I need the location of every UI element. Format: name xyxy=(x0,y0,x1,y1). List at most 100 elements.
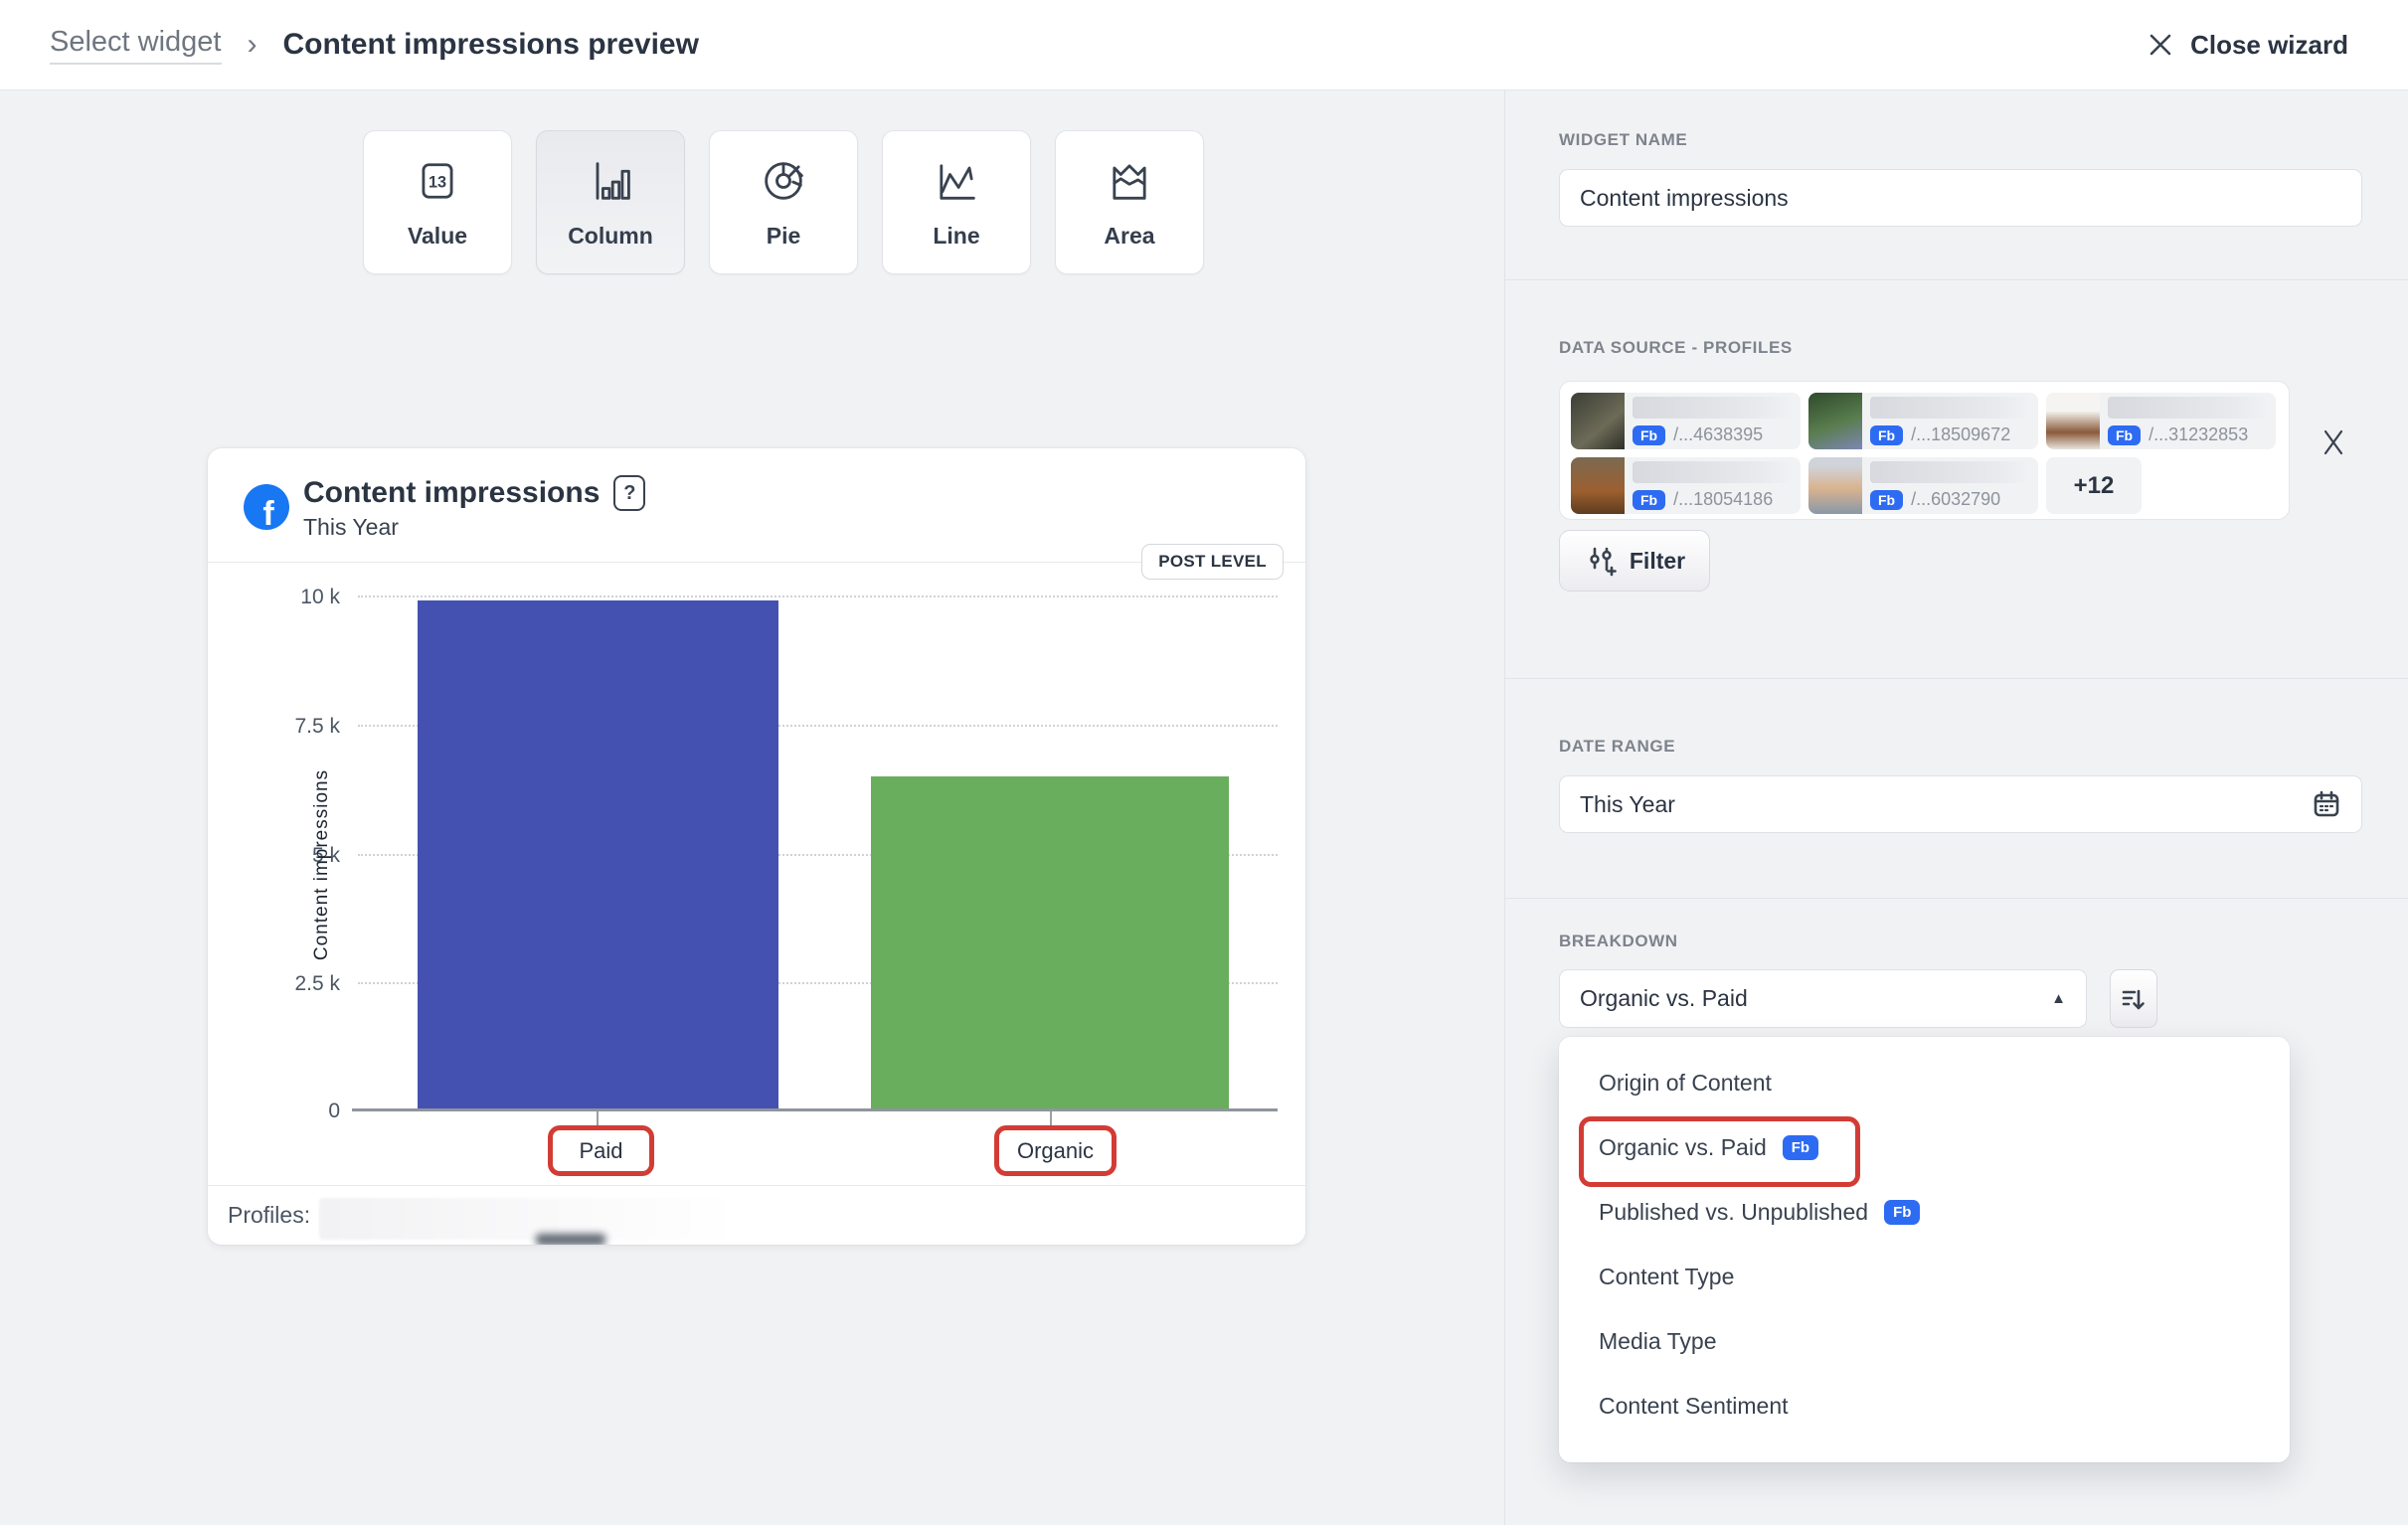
y-tick-label: 10 k xyxy=(300,586,340,609)
profile-chip[interactable]: Fb /...4638395 xyxy=(1571,393,1801,449)
filter-button[interactable]: Filter xyxy=(1559,530,1710,592)
card-footer: Profiles: xyxy=(208,1185,1305,1245)
bar-paid xyxy=(418,600,778,1111)
widget-name-label: WIDGET NAME xyxy=(1559,130,1687,150)
breadcrumb-back-link[interactable]: Select widget xyxy=(50,26,222,65)
caret-up-icon: ▲ xyxy=(2051,990,2066,1007)
profile-chip[interactable]: Fb /...6032790 xyxy=(1808,457,2038,514)
remove-data-source-button[interactable] xyxy=(2319,426,2348,461)
x-category-label: Paid xyxy=(579,1138,622,1164)
x-category-label: Organic xyxy=(1017,1138,1094,1164)
help-icon[interactable]: ? xyxy=(613,475,645,511)
profile-name-redacted xyxy=(2108,397,2268,419)
date-range-label: DATE RANGE xyxy=(1559,737,1675,757)
area-chart-icon xyxy=(1104,155,1155,207)
wizard-header: Select widget › Content impressions prev… xyxy=(0,0,2408,90)
annotation-box-organic: Organic xyxy=(994,1125,1117,1176)
breadcrumb-separator: › xyxy=(248,28,258,62)
facebook-badge: Fb xyxy=(1884,1200,1920,1225)
bar-chart-plot: 10 k 7.5 k 5 k 2.5 k 0 Content impressio… xyxy=(358,595,1278,1111)
date-range-field[interactable]: This Year xyxy=(1559,775,2362,833)
profile-avatar xyxy=(1571,393,1625,449)
value-number-icon: 13 xyxy=(412,155,463,207)
menu-item-content-sentiment[interactable]: Content Sentiment xyxy=(1559,1374,2290,1439)
bar-organic xyxy=(871,776,1229,1111)
close-icon xyxy=(2147,31,2174,59)
date-range-value: This Year xyxy=(1580,791,2312,818)
widget-type-area[interactable]: Area xyxy=(1055,130,1204,274)
chart-subtitle: This Year xyxy=(303,514,399,541)
breakdown-selected-value: Organic vs. Paid xyxy=(1580,985,2051,1012)
menu-item-organic-vs-paid[interactable]: Organic vs. Paid Fb xyxy=(1559,1115,2290,1180)
facebook-badge: Fb xyxy=(2108,425,2141,445)
profiles-redacted-content xyxy=(319,1198,733,1240)
profiles-redacted-text xyxy=(536,1234,605,1245)
facebook-badge: Fb xyxy=(1870,425,1903,445)
column-chart-icon xyxy=(585,155,636,207)
y-axis-title: Content impressions xyxy=(311,768,333,959)
profile-id: /...18054186 xyxy=(1673,489,1773,510)
profile-chip[interactable]: Fb /...31232853 xyxy=(2046,393,2276,449)
profile-name-redacted xyxy=(1633,397,1793,419)
profile-chip[interactable]: Fb /...18054186 xyxy=(1571,457,1801,514)
profile-chip[interactable]: Fb /...18509672 xyxy=(1808,393,2038,449)
y-tick-label: 7.5 k xyxy=(294,715,340,739)
close-wizard-button[interactable]: Close wizard xyxy=(2147,30,2348,61)
widget-type-value[interactable]: 13 Value xyxy=(363,130,512,274)
facebook-badge: Fb xyxy=(1633,490,1665,510)
close-wizard-label: Close wizard xyxy=(2190,30,2348,61)
facebook-badge: Fb xyxy=(1633,425,1665,445)
calendar-icon xyxy=(2312,789,2341,819)
profile-avatar xyxy=(1808,393,1862,449)
profiles-label: Profiles: xyxy=(228,1202,310,1229)
page-title: Content impressions preview xyxy=(283,28,699,62)
y-tick-label: 2.5 k xyxy=(294,972,340,996)
profile-name-redacted xyxy=(1633,461,1793,483)
line-chart-icon xyxy=(931,155,982,207)
widget-name-input[interactable] xyxy=(1559,169,2362,227)
profile-avatar xyxy=(1571,457,1625,514)
menu-item-media-type[interactable]: Media Type xyxy=(1559,1309,2290,1374)
facebook-badge: Fb xyxy=(1783,1135,1818,1160)
section-divider xyxy=(1505,678,2408,679)
filter-button-label: Filter xyxy=(1630,548,1685,575)
widget-preview-card: f Content impressions ? This Year POST L… xyxy=(208,448,1305,1245)
widget-type-line[interactable]: Line xyxy=(882,130,1031,274)
pie-chart-icon xyxy=(758,155,809,207)
breakdown-label: BREAKDOWN xyxy=(1559,932,1678,951)
post-level-badge: POST LEVEL xyxy=(1141,544,1284,580)
annotation-box-paid: Paid xyxy=(548,1125,654,1176)
x-axis-line: 0 xyxy=(352,1108,1278,1111)
sort-order-button[interactable] xyxy=(2110,969,2157,1028)
profile-id: /...31232853 xyxy=(2149,424,2248,445)
y-tick-label: 0 xyxy=(328,1100,340,1123)
x-tick-mark xyxy=(1050,1111,1052,1125)
close-icon xyxy=(2319,426,2348,456)
widget-type-selector: 13 Value Column Pie Line Area xyxy=(363,130,1204,274)
breakdown-dropdown-menu: Origin of Content Organic vs. Paid Fb Pu… xyxy=(1559,1037,2290,1462)
facebook-icon: f xyxy=(244,484,289,530)
profile-name-redacted xyxy=(1870,397,2030,419)
x-tick-mark xyxy=(597,1111,599,1125)
widget-settings-sidebar: WIDGET NAME DATA SOURCE - PROFILES Fb /.… xyxy=(1504,90,2408,1525)
profile-avatar xyxy=(1808,457,1862,514)
menu-item-content-type[interactable]: Content Type xyxy=(1559,1245,2290,1309)
profile-id: /...6032790 xyxy=(1911,489,2000,510)
profile-name-redacted xyxy=(1870,461,2030,483)
widget-type-pie[interactable]: Pie xyxy=(709,130,858,274)
menu-item-origin-of-content[interactable]: Origin of Content xyxy=(1559,1051,2290,1115)
menu-item-published-vs-unpublished[interactable]: Published vs. Unpublished Fb xyxy=(1559,1180,2290,1245)
selected-profiles-box: Fb /...4638395 Fb /...18509672 Fb xyxy=(1559,381,2290,520)
section-divider xyxy=(1505,279,2408,280)
widget-type-column[interactable]: Column xyxy=(536,130,685,274)
data-source-label: DATA SOURCE - PROFILES xyxy=(1559,338,1793,358)
section-divider xyxy=(1505,898,2408,899)
facebook-badge: Fb xyxy=(1870,490,1903,510)
svg-text:13: 13 xyxy=(429,174,446,192)
more-profiles-chip[interactable]: +12 xyxy=(2046,457,2142,514)
profile-avatar xyxy=(2046,393,2100,449)
profile-id: /...4638395 xyxy=(1673,424,1763,445)
breakdown-select[interactable]: Organic vs. Paid ▲ xyxy=(1559,969,2087,1028)
profile-id: /...18509672 xyxy=(1911,424,2010,445)
filter-sliders-icon xyxy=(1584,544,1618,578)
